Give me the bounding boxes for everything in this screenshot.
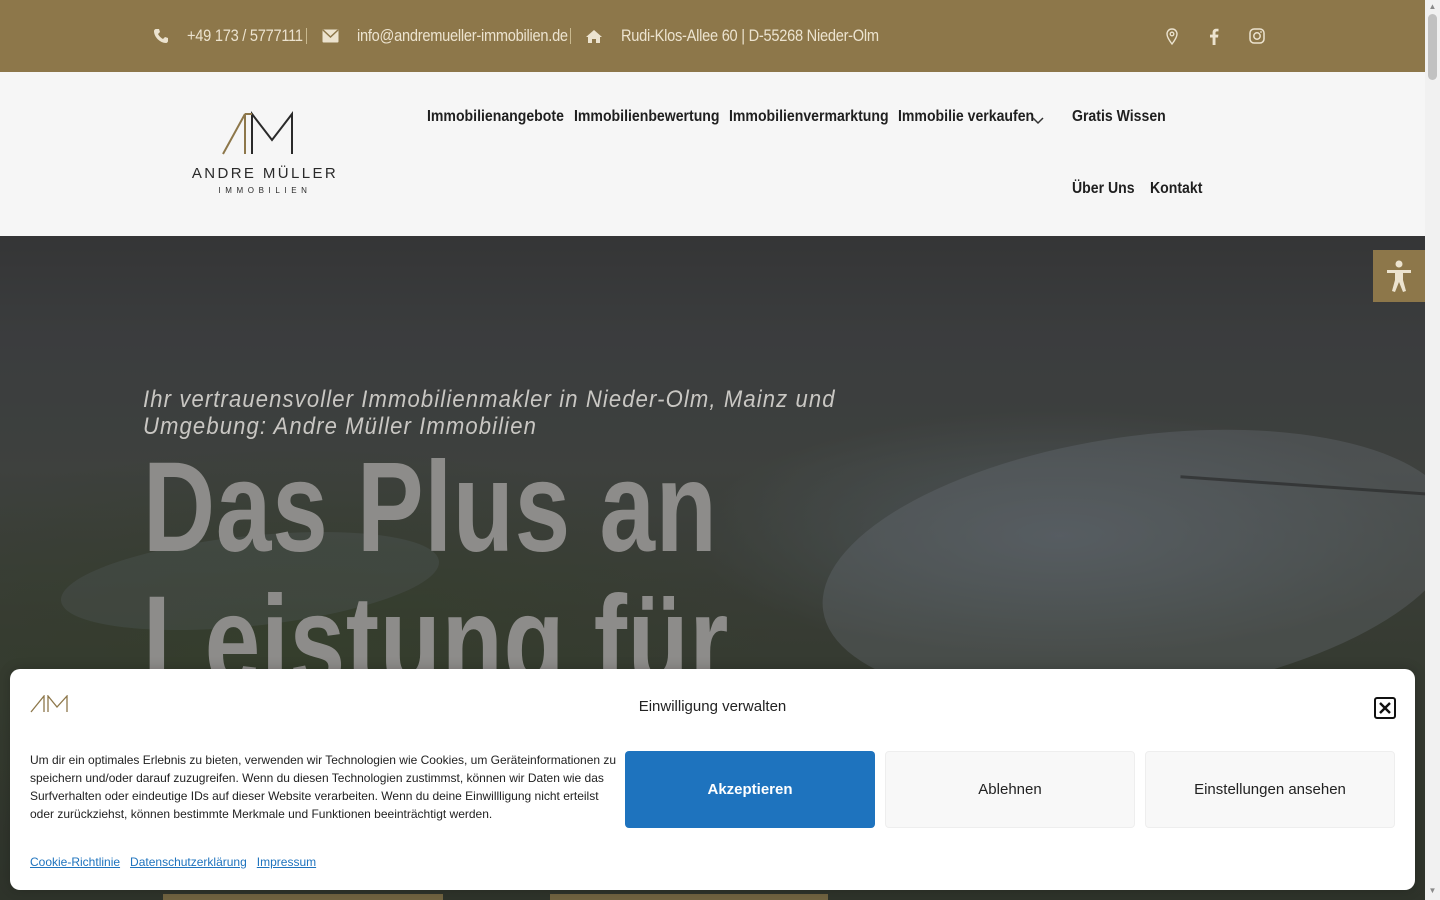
logo-brand: ANDRE MÜLLER [191,165,339,182]
accessibility-icon [1387,260,1411,292]
deny-button[interactable]: Ablehnen [885,751,1135,828]
phone-link[interactable]: +49 173 / 5777111 [187,24,303,48]
divider [570,28,571,44]
cookie-consent-dialog: Einwilligung verwalten Um dir ein optima… [10,669,1415,890]
consent-links: Cookie-Richtlinie Datenschutzerklärung I… [30,855,316,869]
email-link[interactable]: info@andremueller-immobilien.de [357,24,568,48]
nav-item-immobilienvermarktung[interactable]: Immobilienvermarktung [729,108,889,126]
nav-item-kontakt[interactable]: Kontakt [1150,180,1202,198]
consent-title: Einwilligung verwalten [638,698,787,715]
home-icon [584,26,604,46]
site-logo[interactable]: ANDRE MÜLLER IMMOBILIEN [190,110,340,200]
logo-subtitle: IMMOBILIEN [218,186,312,195]
nav-item-immobilienangebote[interactable]: Immobilienangebote [427,108,564,126]
scroll-up-icon[interactable]: ▲ [1428,2,1437,12]
hero-tagline: Ihr vertrauensvoller Immobilienmakler in… [143,386,836,440]
nav-item-gratis-wissen[interactable]: Gratis Wissen [1072,108,1166,126]
accessibility-button[interactable] [1373,250,1425,302]
envelope-icon [320,26,340,46]
consent-message: Um dir ein optimales Erlebnis zu bieten,… [30,753,617,821]
logo-monogram-icon [222,111,293,155]
hero-cta-button[interactable] [163,894,443,900]
map-pin-icon[interactable] [1162,26,1182,46]
accept-button[interactable]: Akzeptieren [625,751,875,828]
close-icon[interactable] [1374,697,1396,719]
page-scrollbar[interactable]: ▲ ▼ [1425,0,1440,900]
privacy-policy-link[interactable]: Datenschutzerklärung [130,855,247,869]
divider [306,28,307,44]
nav-item-ueber-uns[interactable]: Über Uns [1072,180,1135,198]
scrollbar-thumb[interactable] [1428,14,1437,80]
nav-item-immobilienbewertung[interactable]: Immobilienbewertung [574,108,720,126]
view-preferences-button[interactable]: Einstellungen ansehen [1145,751,1395,828]
scroll-down-icon[interactable]: ▼ [1428,886,1437,896]
phone-icon [151,26,171,46]
cookie-policy-link[interactable]: Cookie-Richtlinie [30,855,120,869]
instagram-icon[interactable] [1247,26,1267,46]
facebook-icon[interactable] [1204,26,1224,46]
hero-cta-button[interactable] [550,894,828,900]
address-text: Rudi-Klos-Allee 60 | D-55268 Nieder-Olm [621,26,879,45]
imprint-link[interactable]: Impressum [257,855,316,869]
site-header: ANDRE MÜLLER IMMOBILIEN Immobilienangebo… [0,72,1425,236]
nav-item-immobilie-verkaufen[interactable]: Immobilie verkaufen [898,108,1034,126]
chevron-down-icon[interactable] [1031,113,1045,131]
top-bar: +49 173 / 5777111 info@andremueller-immo… [0,0,1425,72]
